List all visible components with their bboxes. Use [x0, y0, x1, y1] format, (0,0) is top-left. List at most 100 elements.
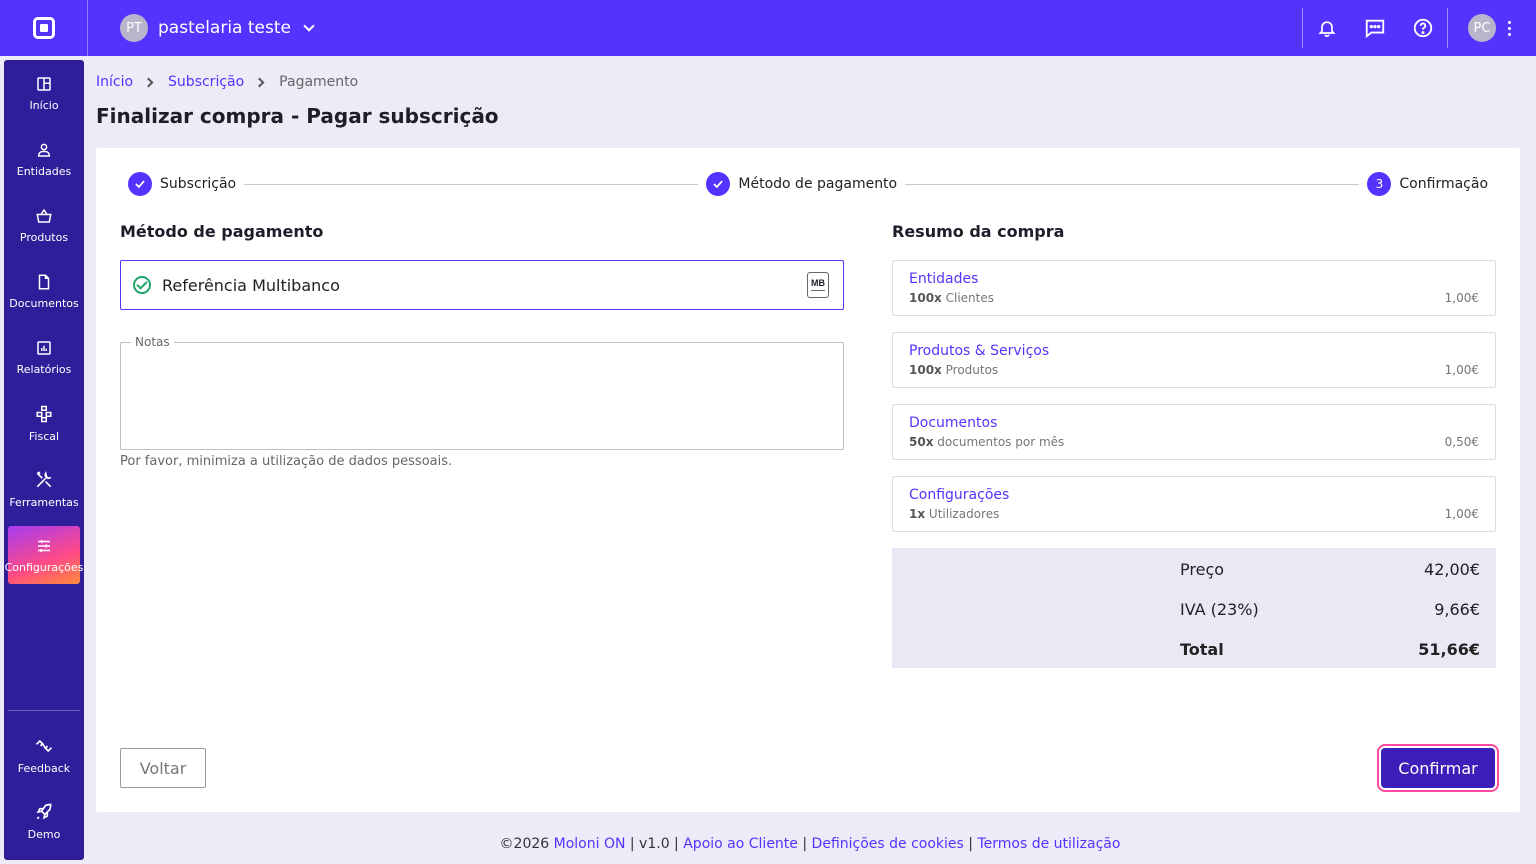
summary-item: Produtos & Serviços 100x Produtos 1,00€	[892, 332, 1496, 388]
company-avatar: PT	[120, 14, 148, 42]
sidebar: Início Entidades Produtos Documentos Rel…	[4, 60, 84, 860]
vat-label: IVA (23%)	[1180, 600, 1259, 619]
breadcrumb: Início Subscrição Pagamento	[96, 74, 358, 90]
sidebar-item-label: Entidades	[16, 164, 72, 178]
summary-item-desc: 100x Produtos	[909, 363, 998, 377]
footer-brand-link[interactable]: Moloni ON	[554, 836, 626, 852]
summary-item: Documentos 50x documentos por mês 0,50€	[892, 404, 1496, 460]
step-connector	[244, 183, 699, 185]
summary-item-desc: 100x Clientes	[909, 291, 994, 305]
sidebar-item-ferramentas[interactable]: Ferramentas	[4, 456, 84, 522]
breadcrumb-current: Pagamento	[279, 74, 359, 90]
sliders-icon	[38, 539, 50, 552]
summary-item-qty: 100x	[909, 291, 942, 305]
sidebar-item-label: Ferramentas	[9, 495, 79, 509]
user-icon	[38, 143, 50, 157]
summary-item-desc-text: Clientes	[945, 291, 994, 305]
checkout-card: Subscrição Método de pagamento 3 Confirm…	[96, 148, 1520, 812]
sidebar-item-configuracoes[interactable]: Configurações	[5, 526, 83, 584]
summary-item-name: Configurações	[909, 487, 1010, 503]
step-label: Subscrição	[160, 176, 237, 192]
back-button[interactable]: Voltar	[120, 748, 206, 788]
user-avatar[interactable]: PC	[1468, 14, 1496, 42]
step-label: Método de pagamento	[738, 176, 898, 192]
sidebar-item-label: Documentos	[9, 296, 79, 310]
notes-textarea[interactable]	[121, 343, 843, 449]
chevron-down-icon	[303, 20, 315, 32]
price-label: Preço	[1180, 560, 1225, 579]
summary-item-desc: 1x Utilizadores	[909, 507, 999, 521]
summary-item-name: Produtos & Serviços	[909, 343, 1050, 359]
summary-item-price: 1,00€	[1444, 363, 1479, 377]
step-label: Confirmação	[1399, 176, 1489, 192]
summary-item-desc: 50x documentos por mês	[909, 435, 1064, 449]
confirm-button[interactable]: Confirmar	[1381, 748, 1495, 788]
summary-item-price: 0,50€	[1444, 435, 1479, 449]
sidebar-item-fiscal[interactable]: Fiscal	[4, 390, 84, 456]
sidebar-item-documentos[interactable]: Documentos	[4, 258, 84, 324]
sidebar-item-label: Início	[29, 98, 59, 112]
network-icon	[36, 405, 52, 422]
summary-item-desc-text: Utilizadores	[928, 507, 1000, 521]
multibanco-logo-text: MB	[811, 278, 825, 288]
sidebar-item-entidades[interactable]: Entidades	[4, 126, 84, 192]
step-subscription[interactable]: Subscrição	[128, 172, 236, 196]
footer-cookies-link[interactable]: Definições de cookies	[812, 836, 964, 852]
notifications-button[interactable]	[1303, 0, 1351, 56]
chart-icon	[37, 340, 51, 355]
sidebar-divider	[8, 710, 80, 711]
step-payment-method[interactable]: Método de pagamento	[706, 172, 897, 196]
payment-option-multibanco[interactable]: Referência Multibanco MB	[120, 260, 844, 310]
sidebar-item-label: Produtos	[19, 230, 69, 244]
multibanco-logo: MB	[807, 272, 829, 298]
chat-icon	[1365, 19, 1385, 39]
more-menu-button[interactable]	[1496, 20, 1522, 36]
messages-button[interactable]	[1351, 0, 1399, 56]
company-selector[interactable]: PT pastelaria teste	[120, 14, 315, 42]
totals-box: Preço 42,00€ IVA (23%) 9,66€ Total 51,66…	[892, 548, 1496, 668]
sidebar-item-label: Configurações	[4, 560, 84, 574]
summary-title: Resumo da compra	[892, 222, 1065, 241]
summary-item-qty: 1x	[909, 507, 926, 521]
help-button[interactable]	[1399, 0, 1447, 56]
sidebar-item-label: Relatórios	[16, 362, 72, 376]
sidebar-item-relatorios[interactable]: Relatórios	[4, 324, 84, 390]
step-number: 3	[1367, 172, 1392, 196]
step-confirmation: 3 Confirmação	[1367, 172, 1488, 196]
breadcrumb-subscription[interactable]: Subscrição	[168, 74, 244, 90]
summary-item: Configurações 1x Utilizadores 1,00€	[892, 476, 1496, 532]
app-logo[interactable]	[0, 0, 88, 56]
help-icon	[1413, 18, 1433, 38]
footer-support-link[interactable]: Apoio ao Cliente	[683, 836, 798, 852]
document-icon	[38, 274, 50, 289]
divider	[1447, 8, 1448, 48]
notes-label: Notas	[131, 335, 174, 349]
payment-option-label: Referência Multibanco	[162, 275, 340, 295]
bell-icon	[1318, 21, 1336, 38]
total-row: Total 51,66€	[1180, 640, 1480, 659]
sidebar-item-produtos[interactable]: Produtos	[4, 192, 84, 258]
summary-item-price: 1,00€	[1444, 507, 1479, 521]
sidebar-item-feedback[interactable]: Feedback	[4, 722, 84, 788]
total-value: 51,66€	[1418, 640, 1480, 659]
check-icon	[706, 172, 731, 196]
vat-row: IVA (23%) 9,66€	[1180, 600, 1480, 619]
summary-item-qty: 50x	[909, 435, 934, 449]
step-connector	[905, 183, 1360, 185]
stepper: Subscrição Método de pagamento 3 Confirm…	[128, 172, 1488, 196]
sidebar-item-label: Feedback	[17, 761, 71, 775]
footer-version: | v1.0 |	[629, 836, 679, 852]
company-name: pastelaria teste	[158, 18, 291, 38]
check-circle-icon	[133, 276, 151, 294]
footer-copyright: ©2026	[499, 836, 550, 852]
footer-terms-link[interactable]: Termos de utilização	[977, 836, 1120, 852]
summary-item-name: Documentos	[909, 415, 998, 431]
sidebar-item-inicio[interactable]: Início	[4, 60, 84, 126]
summary-item: Entidades 100x Clientes 1,00€	[892, 260, 1496, 316]
summary-item-desc-text: documentos por mês	[937, 435, 1065, 449]
price-value: 42,00€	[1424, 560, 1480, 579]
total-label: Total	[1180, 640, 1224, 659]
footer-sep: |	[968, 836, 973, 852]
breadcrumb-home[interactable]: Início	[96, 74, 133, 90]
top-bar: PT pastelaria teste PC	[0, 0, 1536, 56]
